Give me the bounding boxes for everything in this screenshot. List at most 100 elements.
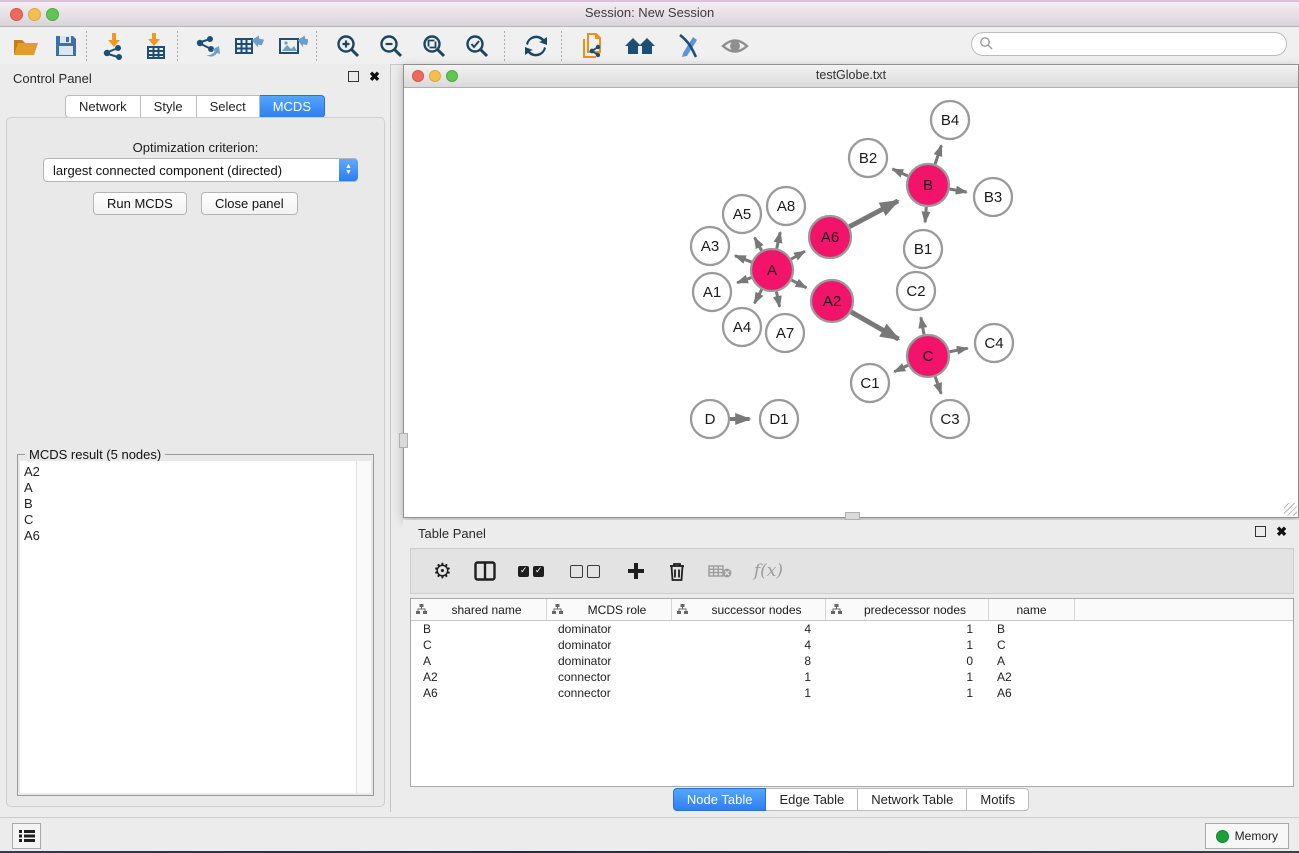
graph-node-A1[interactable]: A1: [693, 273, 731, 311]
tab-edge-table[interactable]: Edge Table: [766, 788, 858, 811]
graph-edge-C-C2[interactable]: [921, 317, 924, 334]
export-image-icon[interactable]: [278, 31, 308, 61]
close-table-panel-icon[interactable]: ✖: [1276, 526, 1287, 537]
table-cell[interactable]: B: [411, 622, 546, 636]
network-canvas[interactable]: B4B2BB3A5A8A6B1A3AA1A2C2A4A7C4CC1C3DD1: [405, 88, 1295, 515]
column-header-mcds-role[interactable]: MCDS role: [547, 599, 672, 620]
function-builder-icon[interactable]: f(x): [754, 561, 783, 581]
graph-node-B3[interactable]: B3: [974, 178, 1012, 216]
graph-edge-A-A3[interactable]: [735, 256, 751, 262]
table-cell[interactable]: 8: [670, 654, 823, 668]
graph-edge-A-A7[interactable]: [776, 292, 779, 307]
table-row[interactable]: A6connector11A6: [411, 685, 1293, 701]
table-row[interactable]: A2connector11A2: [411, 669, 1293, 685]
graph-edge-B-B1[interactable]: [925, 207, 926, 222]
tab-mcds[interactable]: MCDS: [260, 95, 325, 118]
graph-node-B1[interactable]: B1: [904, 230, 942, 268]
save-session-icon[interactable]: [54, 31, 78, 61]
search-input[interactable]: [971, 32, 1287, 56]
graph-node-D1[interactable]: D1: [760, 400, 798, 438]
delete-column-icon[interactable]: [668, 561, 686, 582]
graph-edge-C-C1[interactable]: [894, 365, 908, 371]
column-header-predecessor-nodes[interactable]: predecessor nodes: [826, 599, 989, 620]
zoom-in-icon[interactable]: [335, 31, 361, 61]
show-graphics-icon[interactable]: [720, 31, 750, 61]
tab-node-table[interactable]: Node Table: [673, 788, 767, 811]
refresh-network-icon[interactable]: [523, 31, 549, 61]
zoom-out-icon[interactable]: [378, 31, 404, 61]
table-row[interactable]: Adominator80A: [411, 653, 1293, 669]
result-list-item[interactable]: A6: [24, 528, 356, 544]
graph-edge-A2-C[interactable]: [851, 312, 898, 339]
column-header-successor-nodes[interactable]: successor nodes: [672, 599, 826, 620]
result-list-item[interactable]: A2: [24, 464, 356, 480]
open-session-icon[interactable]: [12, 31, 40, 61]
graph-node-A8[interactable]: A8: [767, 187, 805, 225]
graph-node-A[interactable]: A: [751, 249, 793, 291]
tab-network[interactable]: Network: [65, 95, 141, 118]
zoom-fit-icon[interactable]: [421, 31, 447, 61]
table-cell[interactable]: C: [411, 638, 546, 652]
table-cell[interactable]: B: [985, 622, 1070, 636]
memory-button[interactable]: Memory: [1205, 823, 1289, 849]
graph-node-A2[interactable]: A2: [811, 280, 853, 322]
table-cell[interactable]: 1: [823, 670, 985, 684]
float-panel-icon[interactable]: [348, 71, 359, 82]
graph-edge-B-B3[interactable]: [950, 189, 967, 192]
graph-edge-A-A5[interactable]: [755, 238, 762, 251]
graph-node-B2[interactable]: B2: [849, 139, 887, 177]
import-table-icon[interactable]: [143, 31, 169, 61]
table-cell[interactable]: A6: [985, 686, 1070, 700]
tab-select[interactable]: Select: [197, 95, 260, 118]
graph-edge-A-A6[interactable]: [791, 251, 805, 259]
table-cell[interactable]: 4: [670, 622, 823, 636]
result-list-item[interactable]: B: [24, 496, 356, 512]
table-cell[interactable]: A2: [985, 670, 1070, 684]
network-window-titlebar[interactable]: testGlobe.txt: [404, 65, 1298, 88]
graph-edge-A-A8[interactable]: [777, 232, 781, 248]
table-cell[interactable]: connector: [546, 686, 670, 700]
graph-edge-A-A2[interactable]: [792, 280, 807, 288]
graph-node-C4[interactable]: C4: [975, 324, 1013, 362]
result-scrollbar[interactable]: [356, 461, 371, 793]
delete-table-icon[interactable]: [708, 563, 732, 579]
select-all-checkboxes-icon[interactable]: [518, 566, 548, 577]
minimize-window-button[interactable]: [28, 8, 41, 21]
zoom-selected-icon[interactable]: [464, 31, 490, 61]
task-history-button[interactable]: [12, 823, 41, 849]
graph-edge-A-A1[interactable]: [737, 278, 751, 283]
table-cell[interactable]: 1: [823, 622, 985, 636]
table-cell[interactable]: 1: [670, 670, 823, 684]
table-cell[interactable]: 0: [823, 654, 985, 668]
graph-node-A4[interactable]: A4: [723, 308, 761, 346]
table-cell[interactable]: connector: [546, 670, 670, 684]
zoom-window-button[interactable]: [46, 8, 59, 21]
graph-edge-B-B4[interactable]: [935, 145, 941, 164]
home-icon[interactable]: [624, 31, 656, 61]
bottom-splitter-handle[interactable]: [845, 512, 860, 520]
graph-edge-A-A4[interactable]: [754, 289, 761, 303]
search-field[interactable]: [971, 32, 1287, 56]
graph-node-A5[interactable]: A5: [723, 195, 761, 233]
result-list-item[interactable]: A: [24, 480, 356, 496]
hide-annotations-icon[interactable]: [674, 31, 702, 61]
table-cell[interactable]: A6: [411, 686, 546, 700]
close-view-button[interactable]: [412, 70, 424, 82]
add-column-icon[interactable]: [626, 561, 646, 581]
graph-node-D[interactable]: D: [691, 400, 729, 438]
import-network-icon[interactable]: [101, 31, 127, 61]
close-panel-button[interactable]: Close panel: [201, 192, 298, 215]
table-row[interactable]: Cdominator41C: [411, 637, 1293, 653]
criterion-dropdown[interactable]: largest connected component (directed) ▲…: [43, 158, 358, 182]
float-table-panel-icon[interactable]: [1255, 526, 1266, 537]
table-cell[interactable]: A2: [411, 670, 546, 684]
graph-edge-C-C4[interactable]: [950, 348, 968, 352]
column-header-shared-name[interactable]: shared name: [411, 599, 547, 620]
graph-edge-C-C3[interactable]: [935, 377, 941, 394]
clear-checkboxes-icon[interactable]: [570, 565, 604, 578]
table-cell[interactable]: dominator: [546, 654, 670, 668]
maximize-view-button[interactable]: [446, 70, 458, 82]
table-cell[interactable]: A: [411, 654, 546, 668]
graph-node-C3[interactable]: C3: [931, 400, 969, 438]
tab-motifs[interactable]: Motifs: [967, 788, 1029, 811]
